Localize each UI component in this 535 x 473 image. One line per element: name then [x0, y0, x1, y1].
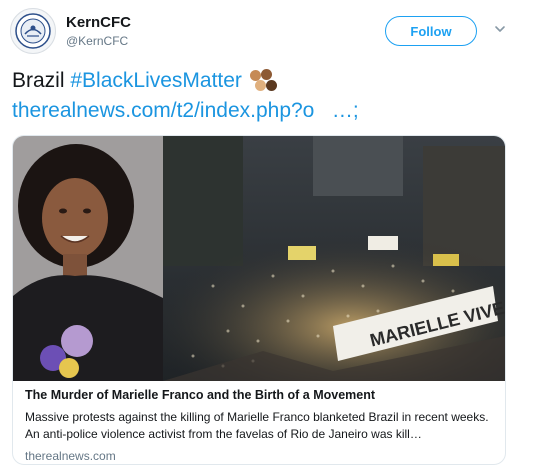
article-photo[interactable]: MARIELLE VIVE: [13, 136, 505, 381]
raised-hands-emoji-icon: [248, 69, 278, 93]
link-preview-card[interactable]: MARIELLE VIVE The Murder of Marielle Fra…: [12, 135, 506, 465]
tweet-text: Brazil #BlackLivesMatter therealnews.com…: [12, 66, 522, 126]
card-description: Massive protests against the killing of …: [25, 410, 489, 441]
tweet-url-link[interactable]: therealnews.com/t2/index.php?o: [12, 96, 314, 126]
author-name[interactable]: KernCFC: [66, 14, 131, 31]
hashtag-link[interactable]: #BlackLivesMatter: [70, 66, 242, 96]
card-domain: therealnews.com: [25, 449, 116, 463]
chevron-down-icon[interactable]: [493, 22, 507, 36]
author-handle[interactable]: @KernCFC: [66, 34, 128, 48]
card-title[interactable]: The Murder of Marielle Franco and the Bi…: [25, 388, 495, 402]
tweet-word: Brazil: [12, 69, 65, 92]
avatar[interactable]: [10, 8, 56, 54]
tweet-trailing: …;: [331, 99, 359, 122]
tweet-header: KernCFC @KernCFC Follow: [10, 8, 525, 58]
kerncfc-seal-logo: [15, 13, 51, 49]
card-body: The Murder of Marielle Franco and the Bi…: [25, 388, 495, 463]
follow-button[interactable]: Follow: [385, 16, 477, 46]
